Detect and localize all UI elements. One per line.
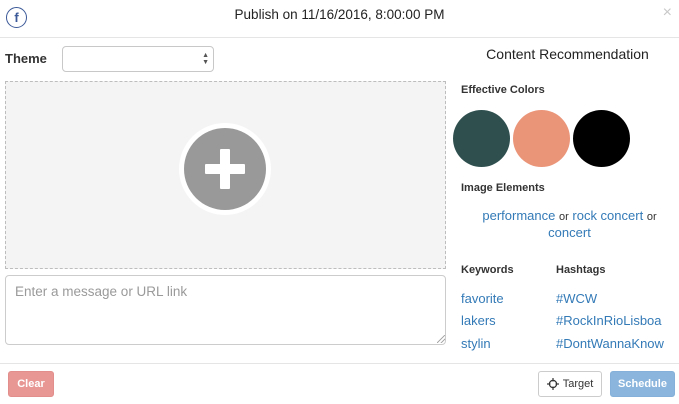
clear-button[interactable]: Clear: [8, 371, 54, 397]
close-icon[interactable]: ×: [663, 5, 672, 21]
plus-icon: [184, 128, 266, 210]
color-swatch: [573, 110, 630, 167]
hashtags-label: Hashtags: [556, 264, 606, 276]
keywords-label: Keywords: [461, 264, 514, 276]
schedule-button[interactable]: Schedule: [610, 371, 675, 397]
effective-colors-label: Effective Colors: [461, 84, 545, 96]
image-element-link[interactable]: concert: [548, 225, 591, 240]
color-swatch: [453, 110, 510, 167]
footer-divider: [0, 363, 679, 364]
image-upload-area[interactable]: [5, 81, 446, 269]
hashtag-link[interactable]: #RockInRioLisboa: [556, 313, 662, 328]
image-elements-label: Image Elements: [461, 182, 545, 194]
hashtag-link[interactable]: #DontWannaKnow: [556, 336, 664, 351]
image-element-link[interactable]: performance: [482, 208, 555, 223]
publish-title: Publish on 11/16/2016, 8:00:00 PM: [234, 7, 445, 22]
target-button[interactable]: Target: [538, 371, 602, 397]
image-element-link[interactable]: rock concert: [572, 208, 643, 223]
modal-header: f Publish on 11/16/2016, 8:00:00 PM ×: [0, 0, 679, 38]
or-connector: or: [646, 211, 657, 223]
message-input[interactable]: [5, 275, 446, 345]
keyword-link[interactable]: favorite: [461, 291, 504, 306]
or-connector: or: [558, 211, 569, 223]
theme-label: Theme: [5, 51, 47, 66]
add-image-button[interactable]: [179, 123, 271, 215]
keyword-link[interactable]: stylin: [461, 336, 491, 351]
color-swatch: [513, 110, 570, 167]
hashtag-link[interactable]: #WCW: [556, 291, 597, 306]
content-recommendation-title: Content Recommendation: [486, 46, 649, 62]
theme-select[interactable]: ▲ ▼: [62, 46, 214, 72]
target-label: Target: [562, 378, 594, 390]
keyword-link[interactable]: lakers: [461, 313, 496, 328]
crosshair-icon: [546, 378, 559, 390]
image-elements-list: performance or rock concert or concert: [460, 208, 679, 241]
resize-grip-icon[interactable]: [437, 335, 445, 343]
select-arrows-icon: ▲ ▼: [202, 52, 209, 66]
